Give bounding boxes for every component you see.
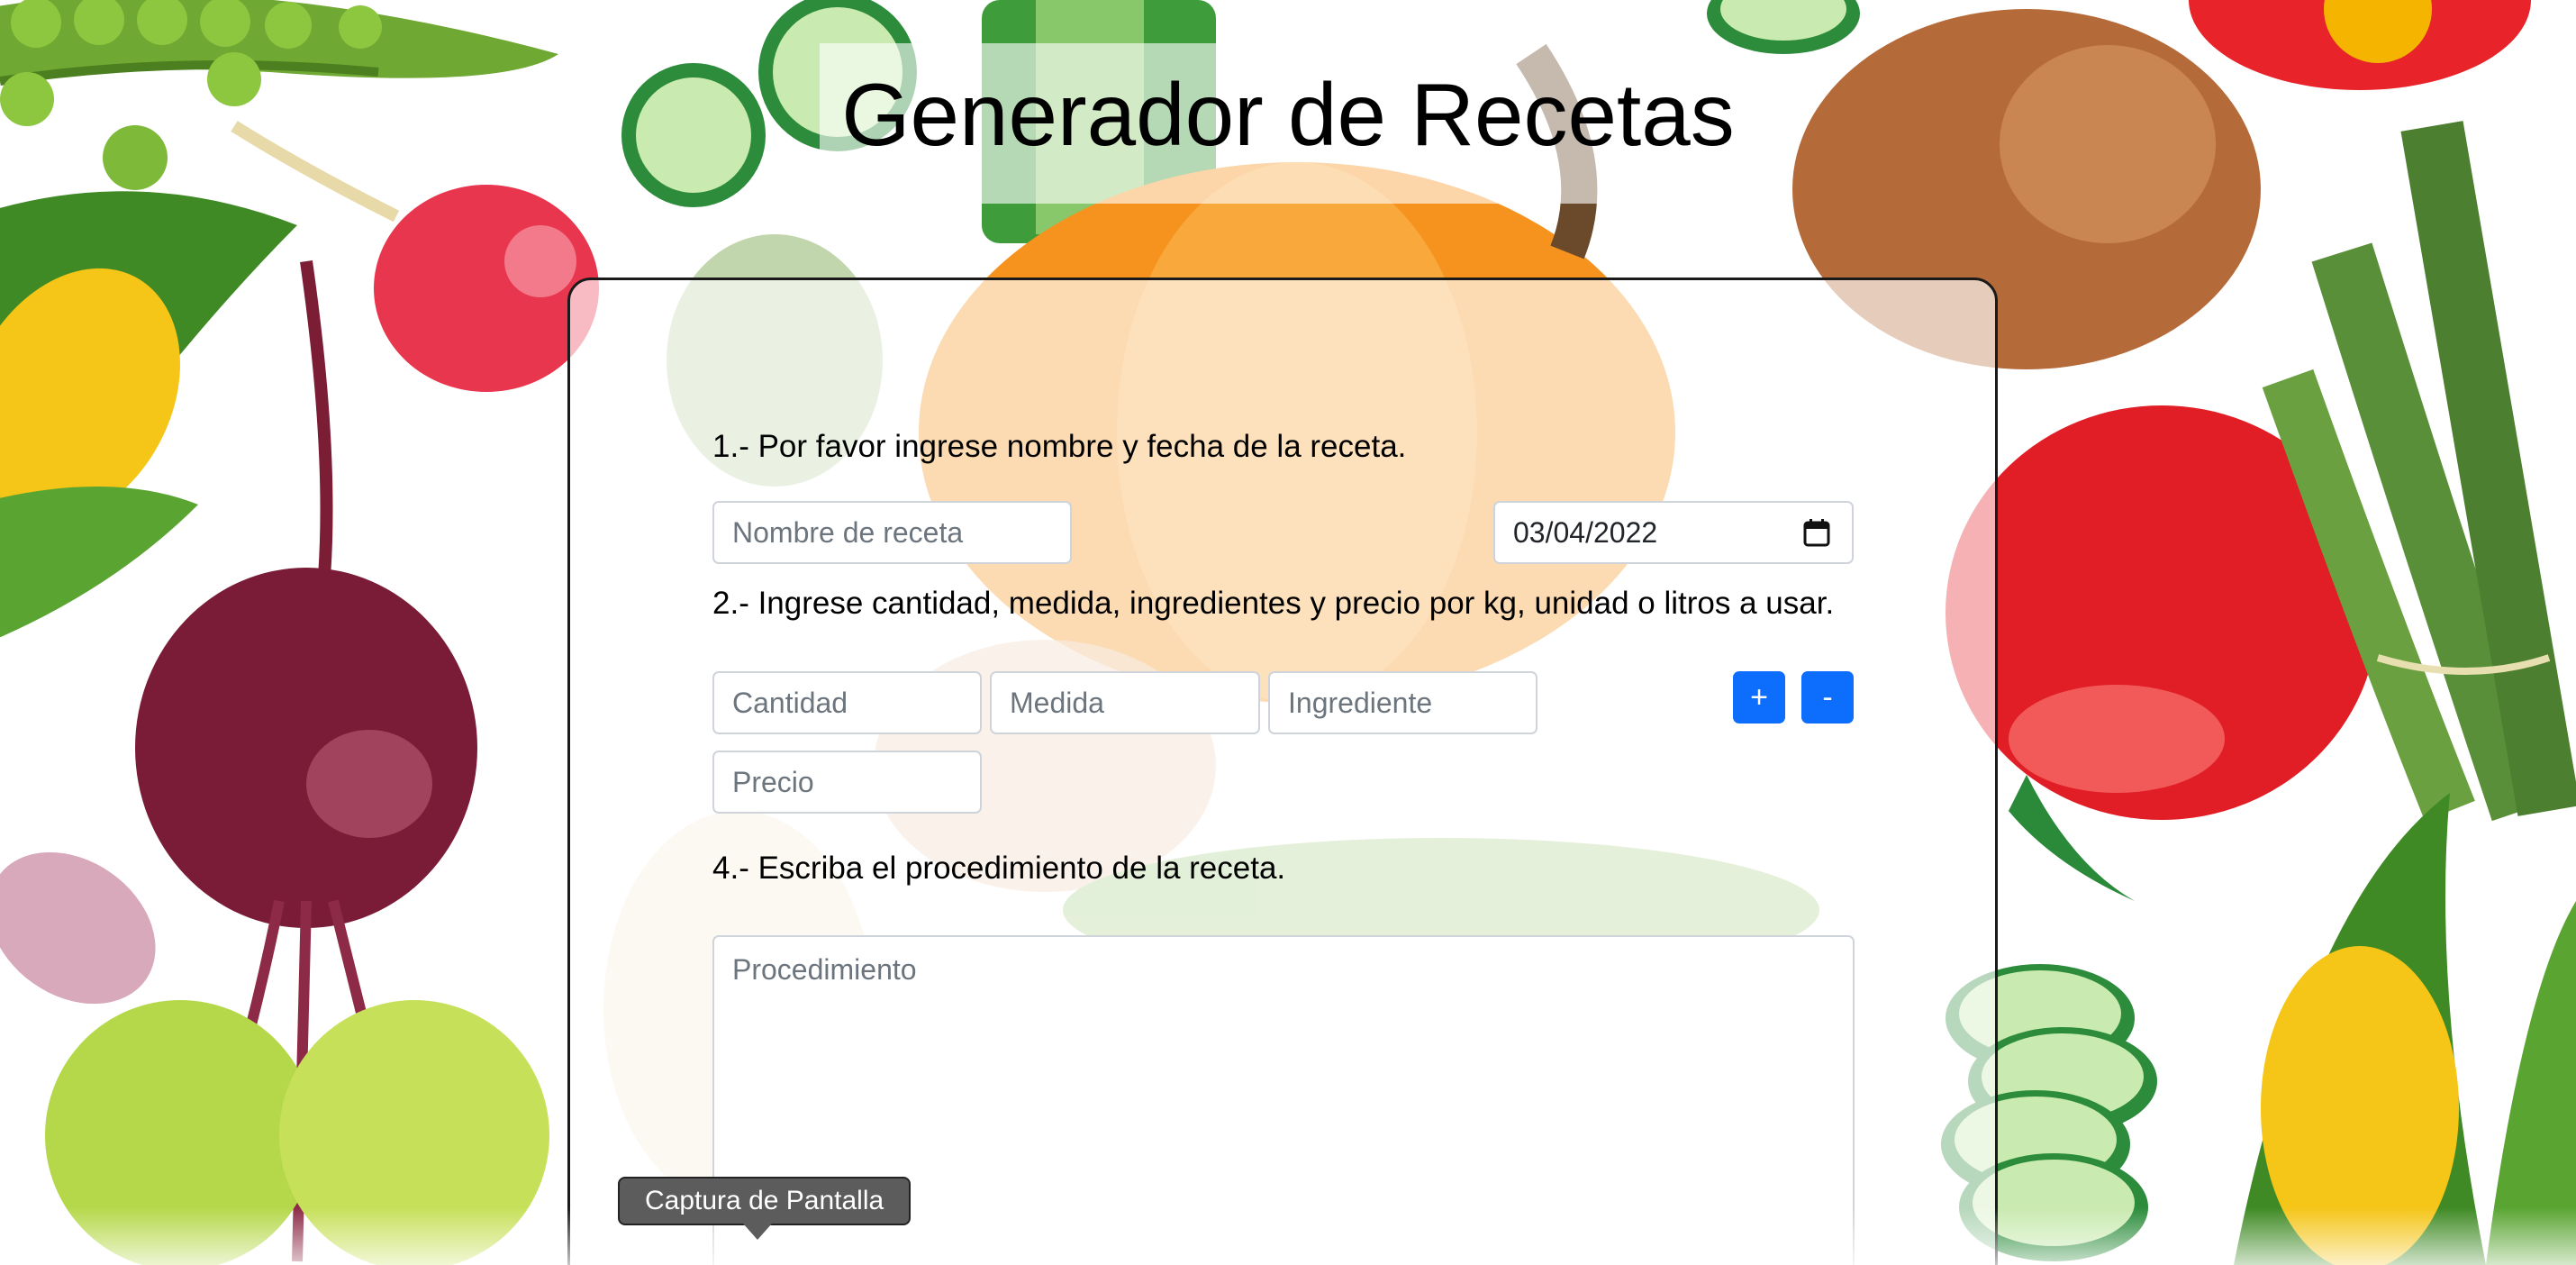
screenshot-tooltip: Captura de Pantalla: [618, 1177, 912, 1225]
bottom-fade-overlay: [0, 1207, 2576, 1265]
price-input[interactable]: [712, 751, 982, 814]
ingredient-input[interactable]: [1268, 671, 1537, 734]
step1-label: 1.- Por favor ingrese nombre y fecha de …: [712, 429, 1407, 464]
date-value: 03/04/2022: [1513, 515, 1658, 549]
recipe-date-input[interactable]: 03/04/2022: [1493, 501, 1854, 564]
step4-label: 4.- Escriba el procedimiento de la recet…: [712, 851, 1286, 886]
step2-label: 2.- Ingrese cantidad, medida, ingredient…: [712, 586, 1835, 621]
recipe-name-input[interactable]: [712, 501, 1072, 564]
page-title: Generador de Recetas: [841, 65, 1735, 164]
corn-illustration-right: [2234, 793, 2576, 1265]
remove-ingredient-button[interactable]: -: [1801, 671, 1854, 724]
tooltip-arrow: [743, 1224, 772, 1240]
calendar-icon[interactable]: [1803, 518, 1830, 547]
add-ingredient-button[interactable]: +: [1733, 671, 1785, 724]
radish-illustration: [231, 121, 599, 392]
measure-input[interactable]: [990, 671, 1260, 734]
quantity-input[interactable]: [712, 671, 982, 734]
